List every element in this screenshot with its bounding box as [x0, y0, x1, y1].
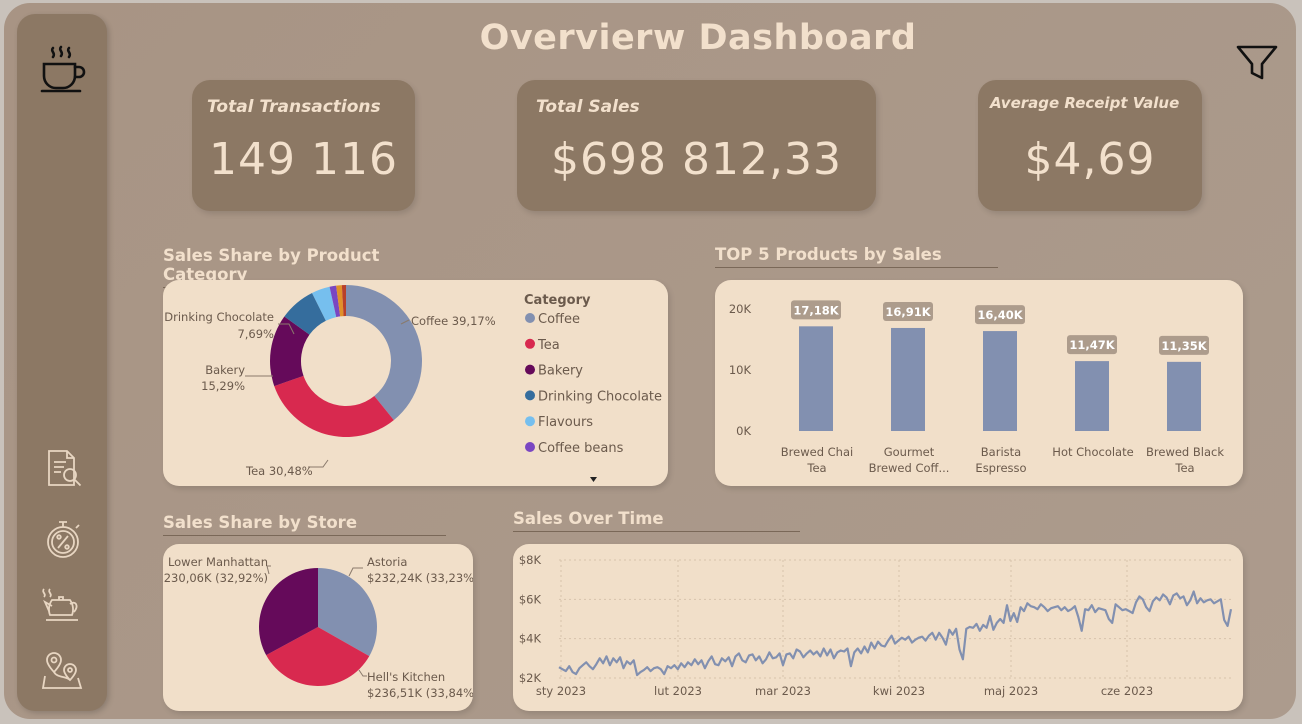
astoria-value: $232,24K (33,23%) — [367, 571, 473, 585]
legend-title: Category — [524, 293, 591, 308]
legend-item[interactable]: Coffee — [538, 312, 580, 327]
y-tick-label: 0K — [736, 424, 751, 438]
bar-value-label: 11,47K — [1069, 338, 1115, 352]
y-tick-label: 20K — [729, 302, 752, 316]
lower-manhattan-value: $230,06K (32,92%) — [163, 571, 268, 585]
stopwatch-percent-icon[interactable] — [44, 518, 84, 560]
donut-slice-coffee[interactable] — [346, 285, 422, 421]
kpi-value: $698 812,33 — [551, 134, 842, 185]
teapot-icon[interactable] — [40, 586, 86, 626]
astoria-label: Astoria — [367, 555, 407, 569]
legend-marker — [525, 364, 535, 375]
bar-value-label: 11,35K — [1161, 339, 1207, 353]
lower-manhattan-label: Lower Manhattan — [168, 555, 268, 569]
category-donut-panel: Coffee 39,17% Drinking Chocolate 7,69% B… — [163, 280, 668, 486]
y-tick-label: $6K — [519, 592, 542, 606]
bakery-pct: 15,29% — [201, 379, 245, 393]
x-tick-label: mar 2023 — [755, 684, 811, 698]
coffee-label: Coffee 39,17% — [411, 314, 496, 328]
legend-item[interactable]: Flavours — [538, 415, 593, 430]
x-tick-label: Espresso — [975, 461, 1026, 475]
x-tick-label: Tea — [1174, 461, 1194, 475]
top5-section-title: TOP 5 Products by Sales — [715, 245, 998, 268]
kpi-value: $4,69 — [1024, 134, 1156, 185]
bar-value-label: 16,40K — [977, 308, 1023, 322]
coffee-cup-icon[interactable] — [37, 44, 89, 96]
legend-scroll-down-icon[interactable] — [590, 477, 597, 482]
kpi-label: Average Receipt Value — [990, 94, 1180, 112]
report-search-icon[interactable] — [44, 448, 84, 490]
legend-marker — [525, 416, 535, 427]
x-tick-label: kwi 2023 — [873, 684, 925, 698]
sidebar — [17, 14, 107, 711]
y-tick-label: $4K — [519, 632, 542, 646]
x-tick-label: Gourmet — [884, 445, 935, 459]
bar[interactable] — [1167, 361, 1201, 431]
category-legend: Coffee Tea Bakery Drinking Chocolate Flavour… — [525, 312, 662, 456]
legend-marker — [525, 338, 535, 349]
legend-item[interactable]: Tea — [537, 338, 560, 353]
time-section-title: Sales Over Time — [513, 509, 800, 532]
kpi-total-sales: Total Sales $698 812,33 — [517, 80, 876, 211]
x-tick-label: sty 2023 — [536, 684, 586, 698]
hells-kitchen-value: $236,51K (33,84%) — [367, 686, 473, 700]
map-location-icon[interactable] — [40, 650, 86, 692]
kpi-label: Total Sales — [536, 97, 640, 117]
legend-item[interactable]: Bakery — [538, 364, 583, 379]
kpi-average-receipt: Average Receipt Value $4,69 — [978, 80, 1202, 211]
bar[interactable] — [1075, 361, 1109, 431]
y-tick-label: $2K — [519, 671, 542, 685]
x-tick-label: Brewed Chai — [781, 445, 853, 459]
bar-value-label: 16,91K — [885, 305, 931, 319]
x-tick-label: Hot Chocolate — [1052, 445, 1133, 459]
bar[interactable] — [891, 327, 925, 431]
top5-bar-chart: 0K 10K 20K 17,18K Brewed Chai Tea 16,91K Gourme… — [729, 300, 1224, 475]
top5-bar-panel: 0K 10K 20K 17,18K Brewed Chai Tea 16,91K Gourme… — [715, 280, 1243, 486]
page-title: Overvierw Dashboard — [479, 18, 917, 58]
legend-marker — [525, 442, 535, 452]
category-donut-chart: Coffee 39,17% Drinking Chocolate 7,69% B… — [164, 285, 662, 482]
bar[interactable] — [799, 326, 833, 431]
x-tick-label: cze 2023 — [1101, 684, 1153, 698]
store-section-title: Sales Share by Store — [163, 513, 446, 536]
tea-label: Tea 30,48% — [245, 464, 313, 478]
bakery-label: Bakery — [205, 363, 245, 377]
legend-item[interactable]: Coffee beans — [538, 441, 624, 456]
legend-marker — [525, 313, 535, 323]
y-tick-label: $8K — [519, 553, 542, 567]
sales-series-line[interactable] — [558, 590, 1233, 677]
hells-kitchen-label: Hell's Kitchen — [367, 670, 445, 684]
pie-slices — [259, 568, 377, 686]
y-tick-label: 10K — [729, 363, 752, 377]
kpi-label: Total Transactions — [207, 97, 381, 117]
bar[interactable] — [983, 331, 1017, 431]
donut-slice-tea[interactable] — [274, 375, 394, 437]
x-tick-label: maj 2023 — [984, 684, 1038, 698]
store-pie-chart: Astoria $232,24K (33,23%) Hell's Kitchen… — [156, 555, 478, 700]
drinking-chocolate-pct: 7,69% — [237, 327, 274, 341]
drinking-chocolate-label: Drinking Chocolate — [164, 310, 274, 324]
kpi-value: 149 116 — [209, 134, 398, 185]
x-tick-label: Brewed Coff... — [869, 461, 950, 475]
x-tick-label: Tea — [806, 461, 826, 475]
sales-time-panel: $2K $4K $6K $8K sty 2023 lut 2023 mar 2023 kwi … — [513, 544, 1243, 711]
x-tick-label: Brewed Black — [1146, 445, 1224, 459]
bar-value-label: 17,18K — [793, 303, 839, 317]
legend-marker — [525, 390, 535, 401]
sales-line-chart: $2K $4K $6K $8K sty 2023 lut 2023 mar 2023 kwi … — [519, 553, 1233, 698]
donut-slices — [270, 285, 422, 437]
store-pie-panel: Astoria $232,24K (33,23%) Hell's Kitchen… — [156, 544, 479, 711]
legend-item[interactable]: Drinking Chocolate — [538, 389, 662, 404]
x-tick-label: lut 2023 — [654, 684, 702, 698]
filter-icon[interactable] — [1236, 44, 1278, 84]
kpi-total-transactions: Total Transactions 149 116 — [192, 80, 415, 211]
x-tick-label: Barista — [981, 445, 1021, 459]
